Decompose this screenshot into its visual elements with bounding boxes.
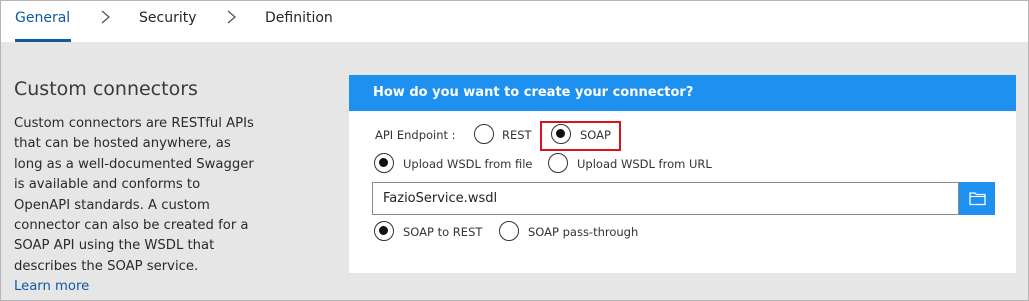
soap-to-rest-label[interactable]: SOAP to REST bbox=[403, 225, 482, 239]
folder-icon bbox=[969, 192, 986, 206]
create-connector-card: How do you want to create your connector… bbox=[349, 75, 1016, 273]
rest-radio[interactable] bbox=[474, 124, 494, 144]
section-description: Custom connectors are RESTful APIs that … bbox=[14, 114, 256, 298]
wizard-tab-bar: General Security Definition bbox=[1, 1, 1028, 42]
api-endpoint-label: API Endpoint : bbox=[375, 128, 456, 142]
description-text: Custom connectors are RESTful APIs that … bbox=[14, 116, 254, 274]
soap-radio[interactable] bbox=[551, 124, 571, 144]
soap-to-rest-radio[interactable] bbox=[374, 221, 394, 241]
upload-wsdl-url-label[interactable]: Upload WSDL from URL bbox=[577, 157, 712, 171]
browse-file-button[interactable] bbox=[959, 182, 995, 215]
card-header: How do you want to create your connector… bbox=[349, 75, 1016, 111]
chevron-right-icon bbox=[101, 10, 110, 24]
rest-radio-label[interactable]: REST bbox=[502, 128, 532, 142]
tab-security[interactable]: Security bbox=[139, 1, 197, 42]
upload-wsdl-url-radio[interactable] bbox=[548, 153, 568, 173]
connector-wizard-window: General Security Definition Custom conne… bbox=[0, 0, 1029, 301]
section-title: Custom connectors bbox=[14, 78, 198, 100]
soap-pass-through-radio[interactable] bbox=[499, 221, 519, 241]
soap-pass-through-label[interactable]: SOAP pass-through bbox=[528, 225, 638, 239]
upload-wsdl-file-radio[interactable] bbox=[374, 153, 394, 173]
soap-radio-label[interactable]: SOAP bbox=[580, 128, 611, 142]
tab-general[interactable]: General bbox=[15, 1, 71, 42]
tab-definition[interactable]: Definition bbox=[265, 1, 333, 42]
wsdl-file-input[interactable]: FazioService.wsdl bbox=[372, 182, 959, 215]
learn-more-link[interactable]: Learn more bbox=[14, 277, 89, 297]
chevron-right-icon bbox=[227, 10, 236, 24]
upload-wsdl-file-label[interactable]: Upload WSDL from file bbox=[403, 157, 532, 171]
